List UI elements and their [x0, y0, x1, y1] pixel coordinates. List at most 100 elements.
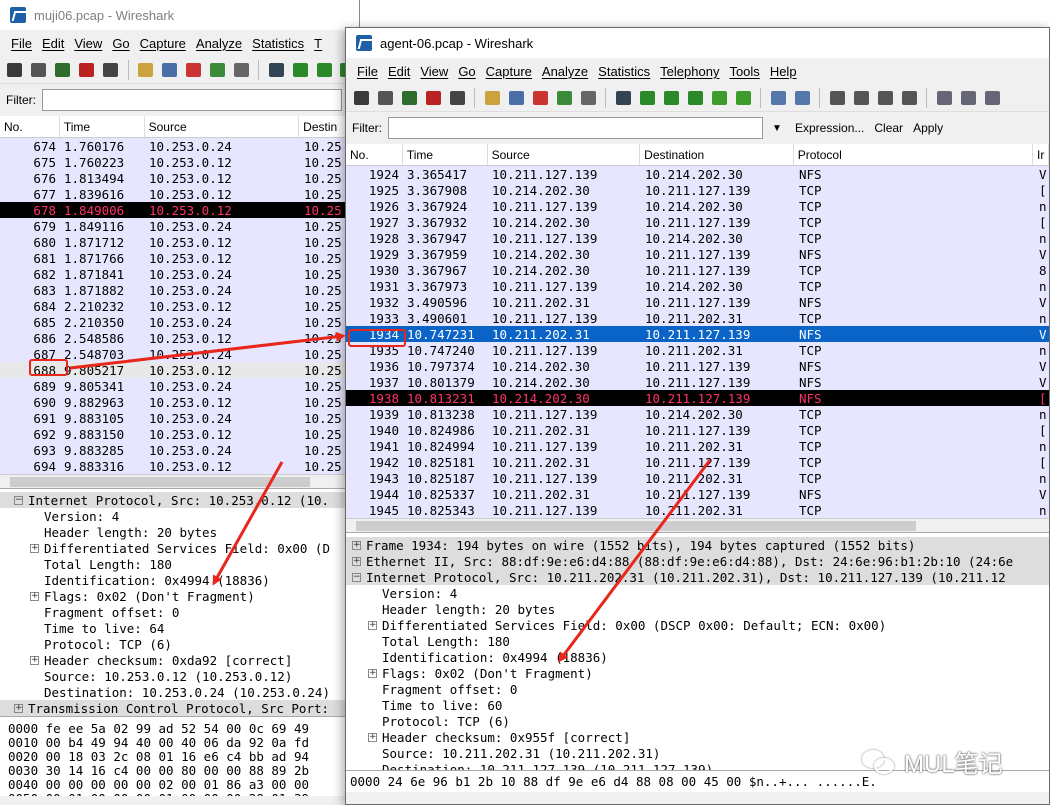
resize-columns-icon[interactable]	[898, 87, 920, 109]
column-header-1[interactable]: Time	[60, 116, 145, 137]
options-icon[interactable]	[374, 87, 396, 109]
packet-row[interactable]: 692 9.883150 10.253.0.12 10.25	[0, 426, 359, 442]
detail-line[interactable]: + Frame 1934: 194 bytes on wire (1552 bit…	[346, 537, 1049, 553]
stop-icon[interactable]	[76, 59, 98, 81]
detail-line[interactable]: + Flags: 0x02 (Don't Fragment)	[0, 588, 359, 604]
goto-icon[interactable]	[684, 87, 706, 109]
packet-row[interactable]: 1937 10.801379 10.214.202.30 10.211.127.139…	[346, 374, 1049, 390]
expand-icon[interactable]: +	[352, 556, 361, 566]
packet-row[interactable]: 1945 10.825343 10.211.127.139 10.211.202.31…	[346, 502, 1049, 518]
coloring-rules-icon[interactable]	[981, 87, 1003, 109]
detail-line[interactable]: Destination: 10.253.0.24 (10.253.0.24)	[0, 684, 359, 700]
forward-icon[interactable]	[313, 59, 335, 81]
detail-line[interactable]: − Internet Protocol, Src: 10.211.202.31 (…	[346, 569, 1049, 585]
menu-analyze[interactable]: Analyze	[537, 64, 593, 79]
detail-line[interactable]: Header length: 20 bytes	[0, 524, 359, 540]
detail-line[interactable]: Identification: 0x4994 (18836)	[0, 572, 359, 588]
expand-icon[interactable]: +	[14, 703, 23, 713]
column-header-0[interactable]: No.	[346, 144, 403, 165]
menu-help[interactable]: Help	[765, 64, 802, 79]
menu-edit[interactable]: Edit	[383, 64, 415, 79]
detail-line[interactable]: + Differentiated Services Field: 0x00 (DS…	[346, 617, 1049, 633]
print-icon[interactable]	[230, 59, 252, 81]
detail-line[interactable]: + Transmission Control Protocol, Src Port…	[0, 700, 359, 716]
clear-button[interactable]: Clear	[874, 121, 903, 135]
packet-row[interactable]: 693 9.883285 10.253.0.24 10.25	[0, 442, 359, 458]
packet-row[interactable]: 1925 3.367908 10.214.202.30 10.211.127.139 T…	[346, 182, 1049, 198]
menu-statistics[interactable]: Statistics	[247, 36, 309, 51]
detail-line[interactable]: Fragment offset: 0	[346, 681, 1049, 697]
menu-file[interactable]: File	[6, 36, 37, 51]
last-icon[interactable]	[732, 87, 754, 109]
detail-line[interactable]: + Header checksum: 0xda92 [correct]	[0, 652, 359, 668]
detail-line[interactable]: + Header checksum: 0x955f [correct]	[346, 729, 1049, 745]
packet-row[interactable]: 1935 10.747240 10.211.127.139 10.211.202.31…	[346, 342, 1049, 358]
column-header-2[interactable]: Source	[488, 144, 641, 165]
packet-row[interactable]: 675 1.760223 10.253.0.12 10.25	[0, 154, 359, 170]
detail-line[interactable]: Time to live: 64	[0, 620, 359, 636]
packet-row[interactable]: 677 1.839616 10.253.0.12 10.25	[0, 186, 359, 202]
menu-file[interactable]: File	[352, 64, 383, 79]
expand-icon[interactable]: +	[368, 668, 377, 678]
packet-row[interactable]: 689 9.805341 10.253.0.24 10.25	[0, 378, 359, 394]
collapse-icon[interactable]: −	[14, 495, 23, 505]
print-icon[interactable]	[577, 87, 599, 109]
expand-icon[interactable]: +	[368, 732, 377, 742]
packet-row[interactable]: 678 1.849006 10.253.0.12 10.25	[0, 202, 359, 218]
first-icon[interactable]	[708, 87, 730, 109]
packet-row[interactable]: 682 1.871841 10.253.0.24 10.25	[0, 266, 359, 282]
collapse-icon[interactable]: −	[352, 572, 361, 582]
autoscroll-icon[interactable]	[791, 87, 813, 109]
open-icon[interactable]	[135, 59, 157, 81]
menu-capture[interactable]: Capture	[481, 64, 537, 79]
title-bar[interactable]: agent-06.pcap - Wireshark	[346, 28, 1049, 58]
detail-line[interactable]: Header length: 20 bytes	[346, 601, 1049, 617]
packet-row[interactable]: 1942 10.825181 10.211.202.31 10.211.127.139…	[346, 454, 1049, 470]
packet-row[interactable]: 1939 10.813238 10.211.127.139 10.214.202.30…	[346, 406, 1049, 422]
menu-go[interactable]: Go	[453, 64, 480, 79]
capture-filters-icon[interactable]	[933, 87, 955, 109]
packet-row[interactable]: 1926 3.367924 10.211.127.139 10.214.202.30 T…	[346, 198, 1049, 214]
close-icon[interactable]	[529, 87, 551, 109]
filter-input[interactable]	[388, 117, 763, 139]
restart-icon[interactable]	[446, 87, 468, 109]
detail-line[interactable]: Total Length: 180	[0, 556, 359, 572]
find-icon[interactable]	[265, 59, 287, 81]
display-filters-icon[interactable]	[957, 87, 979, 109]
packet-row[interactable]: 679 1.849116 10.253.0.24 10.25	[0, 218, 359, 234]
detail-line[interactable]: + Flags: 0x02 (Don't Fragment)	[346, 665, 1049, 681]
start-icon[interactable]	[398, 87, 420, 109]
detail-line[interactable]: Identification: 0x4994 (18836)	[346, 649, 1049, 665]
interfaces-icon[interactable]	[350, 87, 372, 109]
save-icon[interactable]	[159, 59, 181, 81]
apply-button[interactable]: Apply	[913, 121, 943, 135]
column-header-0[interactable]: No.	[0, 116, 60, 137]
menu-t[interactable]: T	[309, 36, 327, 51]
menu-telephony[interactable]: Telephony	[655, 64, 724, 79]
expand-icon[interactable]: +	[30, 655, 39, 665]
packet-row[interactable]: 1940 10.824986 10.211.202.31 10.211.127.139…	[346, 422, 1049, 438]
normal-size-icon[interactable]	[874, 87, 896, 109]
packet-row[interactable]: 691 9.883105 10.253.0.24 10.25	[0, 410, 359, 426]
packet-row[interactable]: 685 2.210350 10.253.0.24 10.25	[0, 314, 359, 330]
packet-row[interactable]: 1932 3.490596 10.211.202.31 10.211.127.139 N…	[346, 294, 1049, 310]
packet-row[interactable]: 1941 10.824994 10.211.127.139 10.211.202.31…	[346, 438, 1049, 454]
detail-line[interactable]: + Differentiated Services Field: 0x00 (D	[0, 540, 359, 556]
menu-analyze[interactable]: Analyze	[191, 36, 247, 51]
horizontal-scrollbar[interactable]	[0, 474, 359, 488]
column-header-1[interactable]: Time	[403, 144, 488, 165]
find-icon[interactable]	[612, 87, 634, 109]
title-bar[interactable]: muji06.pcap - Wireshark	[0, 0, 359, 30]
expand-icon[interactable]: +	[368, 620, 377, 630]
detail-line[interactable]: Source: 10.253.0.12 (10.253.0.12)	[0, 668, 359, 684]
stop-icon[interactable]	[422, 87, 444, 109]
detail-line[interactable]: Version: 4	[0, 508, 359, 524]
packet-row[interactable]: 1943 10.825187 10.211.127.139 10.211.202.31…	[346, 470, 1049, 486]
expand-icon[interactable]: +	[30, 543, 39, 553]
packet-row[interactable]: 683 1.871882 10.253.0.24 10.25	[0, 282, 359, 298]
packet-row[interactable]: 1930 3.367967 10.214.202.30 10.211.127.139 T…	[346, 262, 1049, 278]
forward-icon[interactable]	[660, 87, 682, 109]
detail-line[interactable]: − Internet Protocol, Src: 10.253.0.12 (10…	[0, 492, 359, 508]
packet-row[interactable]: 694 9.883316 10.253.0.12 10.25	[0, 458, 359, 474]
packet-row[interactable]: 1936 10.797374 10.214.202.30 10.211.127.139…	[346, 358, 1049, 374]
